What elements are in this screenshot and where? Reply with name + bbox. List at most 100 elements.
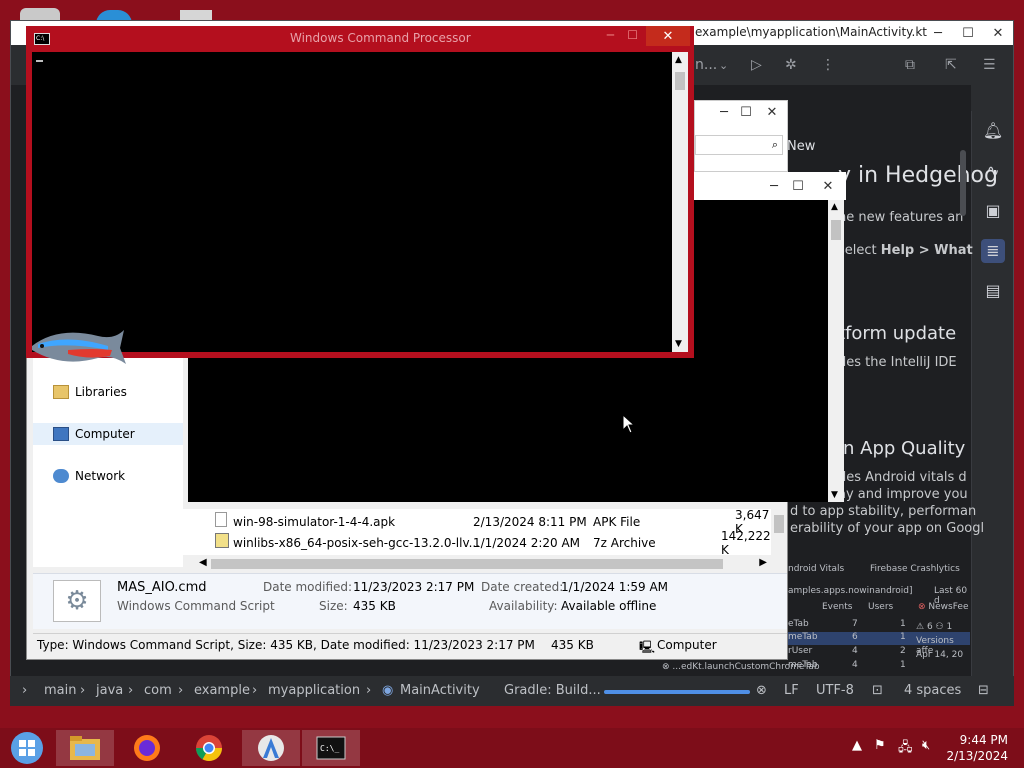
- row-users: 1: [900, 632, 906, 642]
- scroll-down-icon[interactable]: ▼: [831, 490, 838, 500]
- taskbar-android-studio[interactable]: [242, 730, 300, 766]
- volume-muted-icon[interactable]: 🔇︎: [922, 738, 930, 753]
- scroll-up-icon[interactable]: ▲: [675, 55, 682, 65]
- run-config-dropdown[interactable]: n...: [695, 57, 717, 73]
- breadcrumb-myapplication[interactable]: myapplication: [268, 683, 360, 698]
- cancel-build-icon[interactable]: ⊗: [756, 683, 767, 698]
- notifications-icon[interactable]: 🔔︎: [981, 119, 1005, 143]
- line-ending[interactable]: LF: [784, 683, 799, 698]
- network-tray-icon[interactable]: 🖧︎: [898, 738, 913, 760]
- scroll-up-icon[interactable]: ▲: [831, 202, 838, 212]
- dark-window-titlebar: ─ ☐ ✕: [694, 172, 846, 200]
- device-manager-icon[interactable]: ⧉: [905, 57, 915, 73]
- file-list-scrollbar[interactable]: [771, 509, 787, 555]
- bg-minimize-button[interactable]: ─: [713, 101, 735, 123]
- table-row[interactable]: win-98-simulator-1-4-4.apk 2/13/2024 8:1…: [183, 508, 773, 536]
- breadcrumb-example[interactable]: example: [194, 683, 250, 698]
- nav-item-computer[interactable]: Computer: [33, 423, 183, 445]
- bg-close-button[interactable]: ✕: [757, 101, 787, 123]
- issue-title[interactable]: ⊗ NewsFee: [918, 602, 968, 612]
- ide-status-bar: › main › java › com › example › myapplic…: [10, 676, 1014, 706]
- vitals-tab-crashlytics[interactable]: Firebase Crashlytics: [870, 564, 960, 574]
- run-icon[interactable]: ▷: [751, 57, 762, 73]
- whats-new-section2: in App Quality: [838, 438, 966, 459]
- show-hidden-icons[interactable]: ▲: [852, 738, 862, 753]
- start-button[interactable]: [0, 730, 54, 766]
- nav-label: Computer: [75, 427, 135, 441]
- debug-icon[interactable]: ✲: [785, 57, 797, 73]
- clipboard-icon[interactable]: ▤: [981, 279, 1005, 303]
- dark-minimize-button[interactable]: ─: [762, 174, 786, 198]
- dark-console-scroll-thumb[interactable]: [831, 220, 841, 240]
- taskbar-explorer[interactable]: [56, 730, 114, 766]
- cmd-close-button[interactable]: ✕: [646, 26, 690, 46]
- settings-icon[interactable]: ☰: [983, 57, 996, 73]
- structure-icon[interactable]: ≣: [981, 239, 1005, 263]
- clock[interactable]: 9:44 PM 2/13/2024: [946, 732, 1008, 764]
- whats-new-section1: tform update: [838, 323, 957, 344]
- cmd-maximize-button[interactable]: ☐: [627, 28, 638, 42]
- network-icon: [53, 469, 69, 483]
- more-icon[interactable]: ⋮: [821, 57, 835, 73]
- ide-maximize-button[interactable]: ☐: [953, 21, 983, 45]
- memory-icon[interactable]: ⊡: [872, 683, 883, 698]
- file-encoding[interactable]: UTF-8: [816, 683, 854, 698]
- cmd-titlebar[interactable]: C:\ Windows Command Processor ─ ☐ ✕: [26, 26, 694, 50]
- cmd-minimize-button[interactable]: ─: [607, 28, 614, 42]
- nav-item-libraries[interactable]: Libraries: [33, 381, 183, 403]
- row-users: 1: [900, 660, 906, 670]
- whats-new-scrollbar[interactable]: [960, 150, 966, 216]
- ide-minimize-button[interactable]: ─: [923, 21, 953, 45]
- details-filename: MAS_AIO.cmd: [117, 580, 207, 595]
- scroll-right-icon[interactable]: ▶: [759, 557, 767, 568]
- horizontal-scrollbar[interactable]: ◀ ▶: [197, 556, 769, 572]
- breadcrumb-main[interactable]: main: [44, 683, 76, 698]
- whats-new-line2-bold[interactable]: Help > What: [881, 243, 973, 258]
- flag-icon[interactable]: ⚑: [874, 738, 886, 753]
- cmd-scroll-thumb[interactable]: [675, 72, 685, 90]
- col-events: Events: [822, 602, 853, 612]
- folder-icon: [70, 736, 100, 760]
- gradle-status[interactable]: Gradle: Build...: [504, 683, 601, 698]
- nav-label: Libraries: [75, 385, 127, 399]
- bg-search-box[interactable]: ⌕: [695, 135, 783, 155]
- chevron-down-icon[interactable]: ⌄: [719, 59, 728, 72]
- taskbar-cmd[interactable]: C:\_: [302, 730, 360, 766]
- file-list-scroll-thumb[interactable]: [774, 515, 784, 533]
- vitals-tab-android[interactable]: ndroid Vitals: [788, 564, 844, 574]
- ide-close-button[interactable]: ✕: [983, 21, 1013, 45]
- bg-maximize-button[interactable]: ☐: [735, 101, 757, 123]
- cmd-app-icon: C:\: [34, 33, 50, 45]
- nav-item-network[interactable]: Network: [33, 465, 183, 487]
- scroll-down-icon[interactable]: ▼: [675, 339, 682, 349]
- vitals-filter[interactable]: amples.apps.nowinandroid]: [788, 586, 913, 596]
- cmd-title: Windows Command Processor: [290, 31, 471, 45]
- indent-setting[interactable]: 4 spaces: [904, 683, 961, 698]
- vitals-row-4[interactable]: meTab 4 1: [788, 660, 968, 672]
- app-quality-panel: ndroid Vitals Firebase Crashlytics ample…: [776, 560, 970, 660]
- details-date-created: 1/1/2024 1:59 AM: [561, 580, 669, 594]
- table-row[interactable]: winlibs-x86_64-posix-seh-gcc-13.2.0-llv.…: [183, 529, 773, 557]
- explorer-status-bar: Type: Windows Command Script, Size: 435 …: [33, 633, 787, 655]
- device-explorer-icon[interactable]: ▣: [981, 199, 1005, 223]
- dark-console-scrollbar[interactable]: ▲ ▼: [828, 200, 844, 502]
- lock-icon[interactable]: ⊟: [978, 683, 989, 698]
- status-text: Type: Windows Command Script, Size: 435 …: [37, 638, 535, 652]
- whats-new-tab[interactable]: New: [787, 139, 815, 154]
- row-events: 4: [852, 646, 858, 656]
- status-size: 435 KB: [551, 638, 594, 652]
- file-size: 142,222 K: [721, 528, 771, 557]
- cmd-scrollbar[interactable]: ▲ ▼: [672, 52, 688, 352]
- breadcrumb-class[interactable]: MainActivity: [400, 683, 480, 698]
- breadcrumb-com[interactable]: com: [144, 683, 172, 698]
- breadcrumb-java[interactable]: java: [96, 683, 123, 698]
- profiler-icon[interactable]: ⇱: [945, 57, 957, 73]
- scroll-left-icon[interactable]: ◀: [199, 557, 207, 568]
- taskbar-chrome[interactable]: [180, 730, 238, 766]
- dark-close-button[interactable]: ✕: [810, 174, 846, 198]
- taskbar-firefox[interactable]: [118, 730, 176, 766]
- dark-maximize-button[interactable]: ☐: [786, 174, 810, 198]
- horizontal-scroll-thumb[interactable]: [211, 559, 723, 569]
- cmd-cursor: [36, 60, 43, 62]
- cmd-console[interactable]: [32, 52, 672, 352]
